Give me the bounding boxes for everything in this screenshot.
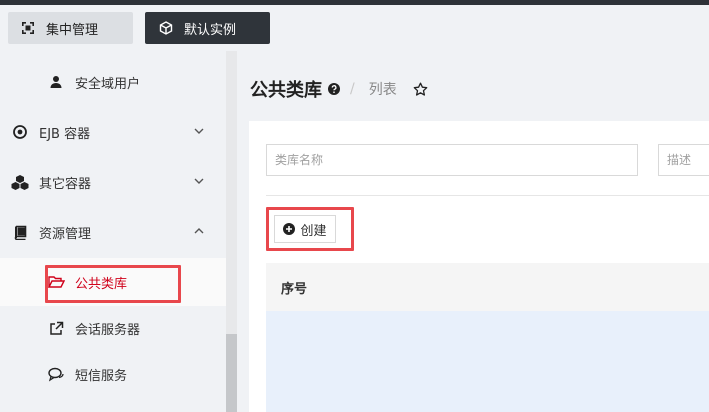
page-title: 公共类库 — [250, 80, 322, 101]
content-panel: 创建 序号 — [249, 121, 709, 412]
main-content: 公共类库 / 列表 创建 序号 — [237, 51, 709, 412]
sidebar-item-session-server[interactable]: 会话服务器 — [0, 304, 226, 352]
central-management-label: 集中管理 — [46, 22, 99, 38]
help-icon[interactable] — [328, 83, 340, 95]
external-link-icon — [47, 319, 65, 337]
user-icon — [47, 73, 65, 91]
chevron-down-icon — [192, 174, 206, 188]
star-icon[interactable] — [413, 82, 428, 97]
sidebar-item-security-domain-users[interactable]: 安全域用户 — [0, 58, 226, 106]
sidebar-item-label: 资源管理 — [39, 226, 92, 242]
sidebar-item-label: 安全域用户 — [75, 76, 141, 92]
sidebar-scrollbar[interactable] — [226, 51, 237, 412]
default-instance-button[interactable]: 默认实例 — [145, 12, 270, 44]
chevron-up-icon — [192, 224, 206, 238]
book-icon — [11, 223, 29, 241]
sidebar-item-ejb-container[interactable]: EJB 容器 — [0, 108, 226, 156]
chevron-down-icon — [192, 124, 206, 138]
sidebar-item-label: EJB 容器 — [39, 126, 91, 142]
column-header-number: 序号 — [281, 281, 308, 297]
expand-icon — [20, 20, 36, 36]
sidebar-item-label: 短信服务 — [75, 368, 128, 384]
cubes-icon — [11, 173, 29, 191]
sidebar-item-label: 会话服务器 — [75, 322, 141, 338]
central-management-button[interactable]: 集中管理 — [8, 12, 133, 44]
sidebar-item-resource-management[interactable]: 资源管理 — [0, 208, 226, 256]
target-icon — [11, 123, 29, 141]
cube-icon — [158, 20, 174, 36]
library-name-input[interactable] — [266, 144, 638, 176]
default-instance-label: 默认实例 — [184, 22, 237, 38]
sidebar-item-sms-service[interactable]: 短信服务 — [0, 350, 226, 398]
sidebar-item-other-containers[interactable]: 其它容器 — [0, 158, 226, 206]
description-input[interactable] — [658, 144, 709, 176]
highlight-box-create — [266, 207, 354, 251]
sidebar: 安全域用户 EJB 容器 其它容器 资源管理 公共类库 会话服务器 短信服务 — [0, 51, 237, 412]
divider — [266, 195, 709, 196]
comments-icon — [47, 365, 65, 383]
table-header: 序号 — [266, 263, 709, 311]
scrollbar-thumb[interactable] — [226, 334, 237, 412]
toolbar: 集中管理 默认实例 — [0, 5, 709, 51]
table-body — [266, 311, 709, 412]
highlight-box-sidebar — [45, 265, 181, 303]
breadcrumb-separator: / — [350, 81, 355, 97]
breadcrumb: 列表 — [368, 82, 397, 98]
sidebar-item-label: 其它容器 — [39, 176, 92, 192]
page-header: 公共类库 / 列表 — [250, 76, 428, 102]
